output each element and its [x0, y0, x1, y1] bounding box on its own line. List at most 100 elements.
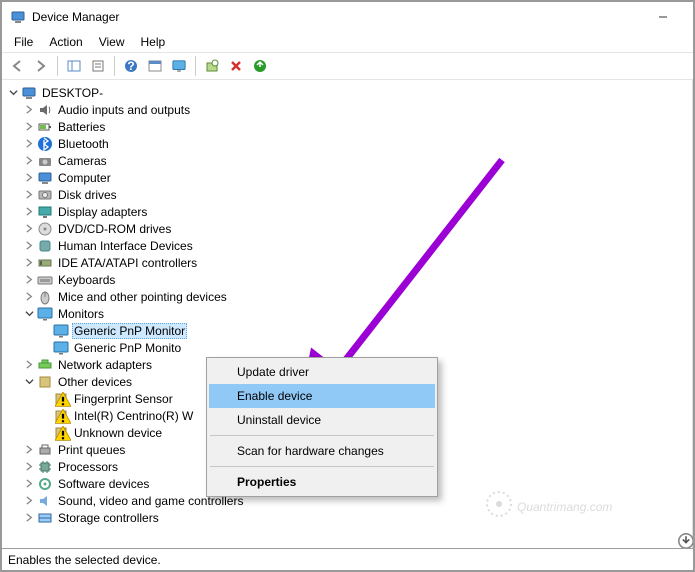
menu-action[interactable]: Action [41, 33, 90, 51]
monitor-icon [52, 340, 70, 356]
printer-icon [36, 442, 54, 458]
tree-item-label: Mice and other pointing devices [56, 290, 229, 304]
battery-icon [36, 119, 54, 135]
menu-view[interactable]: View [91, 33, 133, 51]
device-manager-window: Device Manager File Action View Help ? D… [0, 0, 695, 572]
tree-item[interactable]: Computer [6, 169, 692, 186]
minimize-button[interactable] [641, 3, 685, 31]
collapse-icon[interactable] [22, 306, 36, 322]
tree-item[interactable]: Generic PnP Monitor [6, 322, 692, 339]
tree-item[interactable]: Bluetooth [6, 135, 692, 152]
expand-icon[interactable] [22, 476, 36, 492]
tree-item[interactable]: Monitors [6, 305, 692, 322]
expand-icon[interactable] [22, 102, 36, 118]
expand-icon[interactable] [22, 153, 36, 169]
menu-item-enable-device[interactable]: Enable device [209, 384, 435, 408]
expand-icon[interactable] [22, 272, 36, 288]
keyboard-icon [36, 272, 54, 288]
tree-item[interactable]: Display adapters [6, 203, 692, 220]
forward-button[interactable] [30, 55, 52, 77]
expand-icon[interactable] [22, 493, 36, 509]
tree-item[interactable]: Keyboards [6, 271, 692, 288]
expand-icon[interactable] [22, 170, 36, 186]
tree-item-label: Monitors [56, 307, 106, 321]
toolbar: ? [2, 52, 693, 80]
scan-hardware-button[interactable] [201, 55, 223, 77]
show-hide-tree-button[interactable] [63, 55, 85, 77]
tree-item[interactable]: Human Interface Devices [6, 237, 692, 254]
toolbar-separator [114, 56, 115, 76]
tree-item[interactable]: Generic PnP Monito [6, 339, 692, 356]
menu-item-scan-for-hardware-changes[interactable]: Scan for hardware changes [209, 439, 435, 463]
expand-icon[interactable] [22, 357, 36, 373]
menu-item-properties[interactable]: Properties [209, 470, 435, 494]
expand-icon[interactable] [22, 459, 36, 475]
disabled-badge [678, 533, 693, 548]
update-driver-button[interactable] [249, 55, 271, 77]
expand-icon[interactable] [22, 187, 36, 203]
svg-text:?: ? [127, 59, 134, 73]
tree-item-label: Network adapters [56, 358, 154, 372]
dvd-icon [36, 221, 54, 237]
warning-badge [55, 426, 71, 442]
expand-icon[interactable] [22, 221, 36, 237]
tree-item-label: Generic PnP Monito [72, 341, 183, 355]
expand-icon[interactable] [22, 136, 36, 152]
expand-icon[interactable] [22, 204, 36, 220]
sound-icon [36, 493, 54, 509]
hid-icon [36, 238, 54, 254]
menu-separator [210, 435, 434, 436]
computer-icon [36, 170, 54, 186]
menu-item-uninstall-device[interactable]: Uninstall device [209, 408, 435, 432]
console-tree-button[interactable] [144, 55, 166, 77]
software-icon [36, 476, 54, 492]
uninstall-button[interactable] [225, 55, 247, 77]
tree-item[interactable]: IDE ATA/ATAPI controllers [6, 254, 692, 271]
properties-button[interactable] [87, 55, 109, 77]
tree-item[interactable]: DESKTOP- [6, 84, 692, 101]
camera-icon [36, 153, 54, 169]
cpu-icon [36, 459, 54, 475]
tree-item-label: Unknown device [72, 426, 164, 440]
remote-button[interactable] [168, 55, 190, 77]
expand-icon[interactable] [22, 442, 36, 458]
expand-icon[interactable] [22, 119, 36, 135]
other-icon [52, 391, 70, 407]
storage-icon [36, 510, 54, 526]
tree-item-label: Storage controllers [56, 511, 161, 525]
tree-item[interactable]: Cameras [6, 152, 692, 169]
expand-icon[interactable] [22, 510, 36, 526]
tree-item[interactable]: Storage controllers [6, 509, 692, 526]
menu-bar: File Action View Help [2, 32, 693, 52]
tree-item[interactable]: Audio inputs and outputs [6, 101, 692, 118]
back-button[interactable] [6, 55, 28, 77]
tree-item-label: Disk drives [56, 188, 119, 202]
tree-item[interactable]: Disk drives [6, 186, 692, 203]
tree-item-label: DESKTOP- [40, 86, 105, 100]
tree-item[interactable]: Mice and other pointing devices [6, 288, 692, 305]
tree-item-label: Audio inputs and outputs [56, 103, 192, 117]
collapse-icon[interactable] [6, 85, 20, 101]
expand-icon[interactable] [22, 238, 36, 254]
title-bar: Device Manager [2, 2, 693, 32]
tree-item-label: IDE ATA/ATAPI controllers [56, 256, 199, 270]
other-icon [52, 425, 70, 441]
display-icon [36, 204, 54, 220]
menu-help[interactable]: Help [133, 33, 174, 51]
tree-item-label: Intel(R) Centrino(R) W [72, 409, 195, 423]
menu-separator [210, 466, 434, 467]
tree-item[interactable]: DVD/CD-ROM drives [6, 220, 692, 237]
menu-file[interactable]: File [6, 33, 41, 51]
expand-icon[interactable] [22, 289, 36, 305]
computer-icon [20, 85, 38, 101]
help-button[interactable]: ? [120, 55, 142, 77]
menu-item-update-driver[interactable]: Update driver [209, 360, 435, 384]
audio-icon [36, 102, 54, 118]
context-menu: Update driverEnable deviceUninstall devi… [206, 357, 438, 497]
warning-badge [55, 409, 71, 425]
collapse-icon[interactable] [22, 374, 36, 390]
tree-item[interactable]: Batteries [6, 118, 692, 135]
expand-icon[interactable] [22, 255, 36, 271]
tree-item-label: Software devices [56, 477, 151, 491]
monitor-icon [36, 306, 54, 322]
